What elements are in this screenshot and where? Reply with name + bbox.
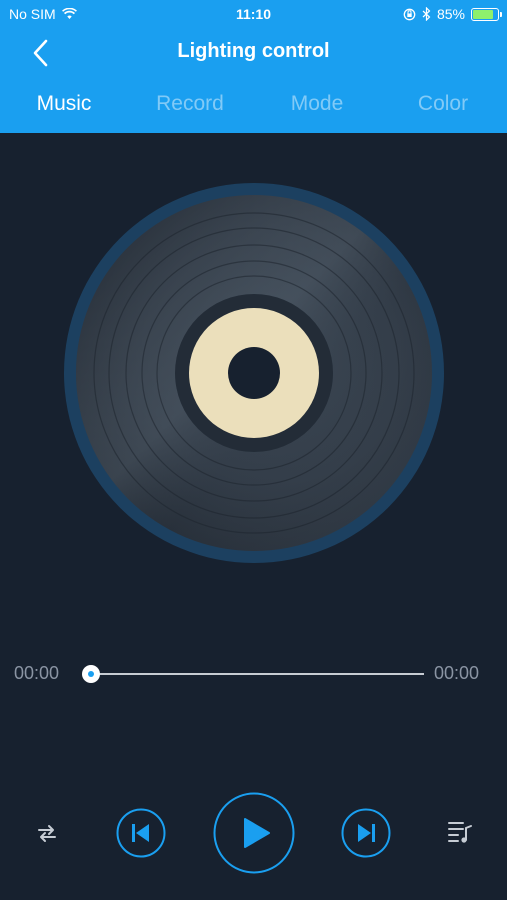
battery-percent: 85% [436,6,465,22]
play-button[interactable] [213,792,295,874]
app-header: No SIM 11:10 85% Lighting control Music … [0,0,507,133]
tab-music[interactable]: Music [1,92,127,116]
previous-button[interactable] [116,808,166,858]
seek-knob[interactable] [82,665,100,683]
next-button[interactable] [341,808,391,858]
seek-track[interactable] [91,673,424,675]
playlist-icon[interactable] [447,820,473,844]
tab-mode[interactable]: Mode [254,92,380,116]
album-area [0,133,507,633]
repeat-icon[interactable] [36,823,58,843]
progress-bar: 00:00 00:00 [0,655,507,695]
page-title: Lighting control [177,40,330,62]
tab-record[interactable]: Record [127,92,253,116]
player-controls [0,790,507,880]
bluetooth-icon [422,7,431,21]
elapsed-time: 00:00 [14,663,60,683]
tab-color[interactable]: Color [380,92,506,116]
rotation-lock-icon [403,8,416,20]
status-bar: No SIM 11:10 85% [0,0,507,28]
tab-bar: Music Record Mode Color [0,92,507,122]
duration-time: 00:00 [434,663,480,683]
battery-icon [471,7,502,21]
vinyl-record-icon [64,183,444,563]
